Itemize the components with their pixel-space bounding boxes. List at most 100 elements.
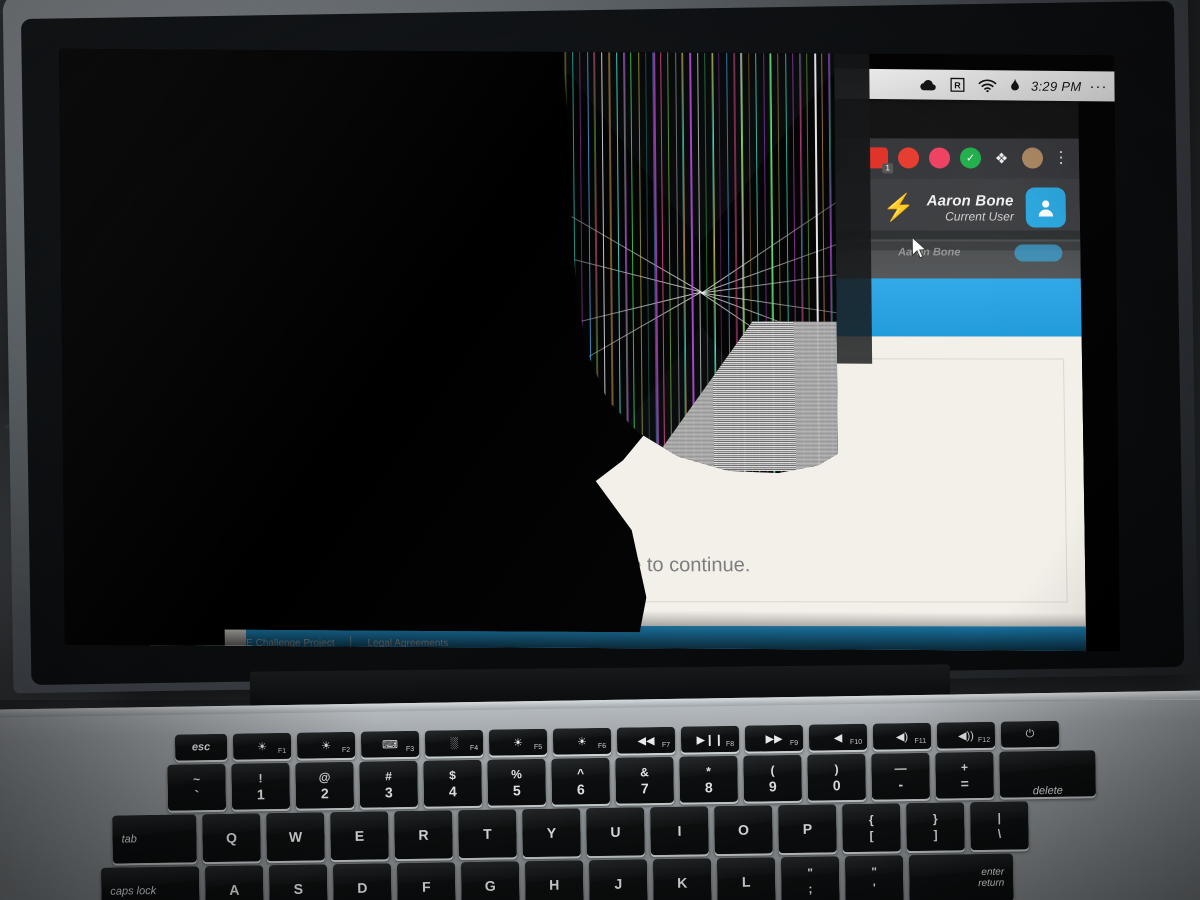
key-u[interactable]: U	[586, 807, 645, 857]
browser-tab-1[interactable]: lant hy ✕	[260, 104, 360, 138]
key--[interactable]: — -	[871, 752, 930, 800]
key-=[interactable]: + =	[935, 751, 994, 799]
key-3[interactable]: #3	[359, 760, 419, 808]
key-5[interactable]: % 5	[487, 758, 547, 806]
apple-menu-icon[interactable]: 	[87, 67, 98, 84]
key-o[interactable]: O	[714, 805, 773, 855]
boxed-r-icon[interactable]: R	[950, 77, 965, 92]
close-window-button[interactable]	[152, 103, 166, 117]
menu-bar-clock[interactable]: 3:29 PM	[1031, 78, 1082, 94]
red-circle-extension-icon[interactable]	[897, 147, 920, 169]
key-6[interactable]: ^ 6	[551, 757, 611, 805]
key-f4[interactable]: ░ F4	[424, 729, 484, 757]
pink-pill-extension-icon[interactable]	[928, 147, 951, 169]
red-badge-extension-icon[interactable]: 1	[866, 147, 894, 174]
key-delete[interactable]: delete	[999, 750, 1096, 798]
key-e[interactable]: E	[330, 811, 389, 861]
macos-desktop: lant hy ✕ How to Re ✕ The future ✕ + ☆ 1…	[59, 48, 1120, 652]
profile-avatar-icon[interactable]	[1021, 147, 1044, 169]
tab-close-icon[interactable]: ✕	[339, 112, 351, 129]
key-f10[interactable]: ◀ F10	[808, 723, 868, 751]
key-8[interactable]: * 8	[679, 755, 739, 803]
key-k[interactable]: K	[652, 858, 712, 900]
key-label: Q	[225, 829, 238, 846]
key-g[interactable]: G	[460, 861, 520, 900]
key-quote[interactable]: " '	[844, 855, 904, 900]
key-f9[interactable]: ▶▶ F9	[744, 724, 804, 752]
puzzle-extension-icon[interactable]: ❖	[991, 147, 1012, 168]
key-f3[interactable]: ⌨ F3	[360, 730, 420, 758]
window-traffic-lights[interactable]	[152, 103, 210, 117]
key-a[interactable]: A	[204, 865, 264, 900]
flame-icon[interactable]	[1011, 78, 1020, 92]
key-label: J	[614, 875, 623, 892]
key-r[interactable]: R	[394, 810, 453, 860]
key-\[interactable]: | \	[970, 801, 1029, 851]
key-p[interactable]: P	[778, 804, 837, 854]
tab-close-icon[interactable]: ✕	[589, 113, 601, 130]
dropbox-cloud-icon[interactable]	[920, 78, 937, 91]
key-esc[interactable]: esc	[174, 733, 228, 761]
key-q[interactable]: Q	[202, 813, 261, 863]
address-bar[interactable]: ☆	[142, 141, 850, 173]
key-glyph: ⌨	[382, 738, 399, 751]
minimize-window-button[interactable]	[174, 103, 188, 117]
key-7[interactable]: & 7	[615, 756, 675, 804]
key-h[interactable]: H	[524, 860, 584, 900]
key-i[interactable]: I	[650, 806, 709, 856]
key-l[interactable]: L	[716, 857, 776, 900]
key-f7[interactable]: ◀◀ F7	[616, 726, 676, 754]
sidebar-dashboard-panel[interactable]: Da	[145, 355, 244, 474]
green-check-extension-icon[interactable]: ✓	[959, 147, 982, 169]
browser-tab-2[interactable]: How to Re ✕	[366, 104, 485, 138]
key-caps-lock[interactable]: caps lock	[100, 866, 200, 900]
key-glyph: ▶❙❙	[696, 733, 724, 746]
key-label: 1	[256, 785, 265, 802]
key-j[interactable]: J	[588, 859, 648, 900]
key-2[interactable]: @2	[295, 761, 355, 809]
key-4[interactable]: $4	[423, 759, 483, 807]
key-f12[interactable]: ◀)) F12	[936, 721, 996, 749]
key-f5[interactable]: ☀ F5	[488, 728, 548, 756]
tab-close-icon[interactable]: ✕	[464, 113, 476, 130]
sidebar-list-item[interactable]: 11	[163, 556, 237, 572]
key-s[interactable]: S	[268, 864, 328, 900]
user-avatar[interactable]	[1025, 187, 1067, 228]
key-0[interactable]: ) 0	[807, 753, 866, 801]
nice-app-icon[interactable]	[152, 277, 210, 334]
sidebar-list-item[interactable]: Ed	[163, 540, 237, 556]
key-d[interactable]: D	[332, 863, 392, 900]
key-[[interactable]: {[	[842, 803, 901, 853]
key-`[interactable]: ~ `	[167, 763, 227, 811]
bookmark-star-icon[interactable]: ☆	[823, 148, 837, 166]
key-t[interactable]: T	[458, 809, 517, 859]
sidebar-list-item[interactable]: Sc	[162, 524, 236, 540]
key-1[interactable]: ! 1	[231, 762, 291, 810]
key-f6[interactable]: ☀ F6	[552, 727, 612, 755]
user-role: Current User	[945, 208, 1014, 224]
sidebar-file-item[interactable]: Fi	[153, 222, 183, 234]
key-semicolon[interactable]: ʺ;	[780, 856, 840, 900]
key-f8[interactable]: ▶❙❙ F8	[680, 725, 740, 753]
sidebar-list-item[interactable]: Pr	[163, 572, 237, 588]
new-tab-button[interactable]: +	[624, 110, 635, 132]
browser-tab-3[interactable]: The future ✕	[491, 104, 610, 138]
key-f13[interactable]: ⏻	[1000, 720, 1060, 748]
key-y[interactable]: Y	[522, 808, 581, 858]
key-f[interactable]: F	[396, 862, 456, 900]
key-return[interactable]: enter return	[908, 853, 1014, 900]
key-label: 5	[512, 781, 521, 798]
control-center-icon[interactable]: ···	[1089, 78, 1107, 95]
browser-menu-icon[interactable]: ⋮	[1053, 149, 1069, 166]
key-9[interactable]: (9	[743, 754, 802, 802]
back-arrow-icon[interactable]: ←	[153, 186, 182, 208]
sidebar-list-item[interactable]: Fo	[163, 588, 237, 604]
wifi-icon[interactable]	[979, 79, 997, 92]
key-w[interactable]: W	[266, 812, 325, 862]
zoom-window-button[interactable]	[196, 103, 210, 117]
key-tab[interactable]: tab	[112, 814, 197, 864]
key-f2[interactable]: ☀ F2	[296, 731, 356, 759]
key-f11[interactable]: ◀) F11	[872, 722, 932, 750]
key-f1[interactable]: ☀ F1	[232, 732, 292, 760]
key-][interactable]: }]	[906, 802, 965, 852]
